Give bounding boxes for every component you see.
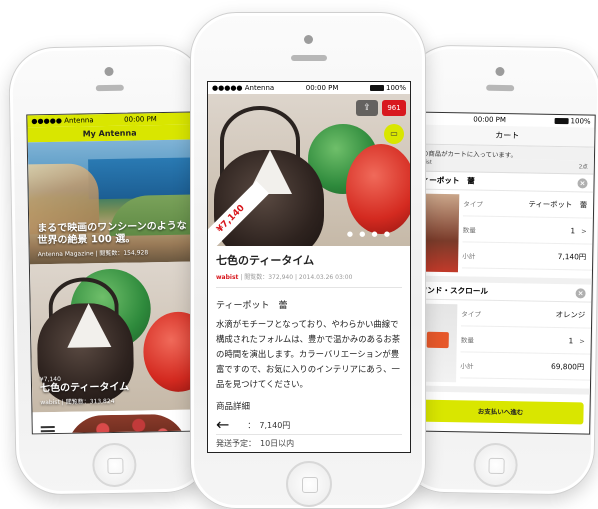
article-hero-image: ⇪ 961 ▭ ¥7,140 ● ● ● ● xyxy=(208,94,410,246)
tile-meta: Antenna Magazine | 閲覧数：154,928 xyxy=(37,249,149,259)
carrier-label: ●●●●● Antenna xyxy=(31,116,94,126)
tile-meta: wabist | 閲覧数：313,824 xyxy=(40,397,115,407)
tile-title: 七色のティータイム xyxy=(39,381,130,395)
row-value: 7,140円 xyxy=(557,252,587,262)
clock-label: 00:00 PM xyxy=(473,115,507,125)
battery-label: 100% xyxy=(385,84,406,92)
my-antenna-screen: ●●●●● Antenna 00:00 PM My Antenna まるで映画の… xyxy=(26,111,198,435)
product-name: ティーポット 蕾 xyxy=(216,301,288,311)
tile-caption: まるで映画のワンシーンのような世界の絶景 100 選。 Antenna Maga… xyxy=(37,221,188,259)
shipping-row: 発送予定： 10日以内 xyxy=(216,434,402,449)
row-value: 69,800円 xyxy=(550,361,585,372)
phone-center: ●●●●● Antenna 00:00 PM 100% ⇪ 961 ▭ ¥7,1… xyxy=(190,12,426,509)
type-row[interactable]: タイプ ティーポット 蕾 xyxy=(462,190,594,219)
status-bar: ●●●●● Antenna 00:00 PM 100% xyxy=(208,82,410,94)
cart-screen: 00:00 PM 100% カート の商品がカートに入っています。 bist 2… xyxy=(414,111,596,435)
item-count: 2点 xyxy=(578,164,588,171)
red-teapot-image xyxy=(346,144,410,234)
price-value: ： 7,140円 xyxy=(247,420,291,430)
phone-left: ●●●●● Antenna 00:00 PM My Antenna まるで映画の… xyxy=(8,44,212,496)
meta-detail: | 閲覧数：372,940 | 2014.03.26 03:00 xyxy=(240,274,353,281)
back-arrow-icon[interactable]: ← xyxy=(216,417,229,433)
cake-image xyxy=(66,413,188,435)
details-heading: 商品詳細 xyxy=(216,402,251,412)
row-label: タイプ xyxy=(463,199,483,209)
source-link[interactable]: wabist xyxy=(216,274,238,281)
home-button[interactable] xyxy=(286,461,332,507)
price-row: ← ： 7,140円 xyxy=(216,417,402,433)
row-value: ティーポット 蕾 xyxy=(528,199,588,210)
home-button[interactable] xyxy=(473,442,518,488)
teapot-thumbnail xyxy=(421,193,460,273)
chevron-right-icon: > xyxy=(579,337,585,346)
subtotal-row: 小計 7,140円 xyxy=(462,242,593,271)
tile-caption: ¥7,140 七色のティータイム wabist | 閲覧数：313,824 xyxy=(39,372,191,407)
carrier-label: ●●●●● Antenna xyxy=(212,84,275,92)
row-value: 1 xyxy=(570,226,576,236)
cart-item: ィーポット 蕾 × タイプ ティーポット 蕾 数量 1 > 小計 7,140円 xyxy=(417,171,594,285)
camera-icon xyxy=(304,35,313,44)
chevron-right-icon: > xyxy=(581,227,587,236)
row-label: 小計 xyxy=(460,361,474,371)
speaker-icon xyxy=(291,55,327,61)
article-meta: wabist | 閲覧数：372,940 | 2014.03.26 03:00 xyxy=(216,272,402,288)
camera-icon xyxy=(495,66,505,77)
feed-tile-teapots[interactable]: ¥7,140 七色のティータイム wabist | 閲覧数：313,824 xyxy=(29,261,197,413)
quantity-row[interactable]: 数量 1 > xyxy=(460,326,591,355)
white-lid-image xyxy=(66,302,112,348)
row-label: 数量 xyxy=(462,225,476,235)
scenery-sea-image xyxy=(88,157,193,200)
feed-tile-scenery[interactable]: まるで映画のワンシーンのような世界の絶景 100 選。 Antenna Maga… xyxy=(27,139,194,265)
camera-icon xyxy=(104,66,114,77)
row-label: タイプ xyxy=(461,309,482,319)
battery-icon xyxy=(369,85,384,91)
row-label: 数量 xyxy=(460,335,475,345)
clock-label: 00:00 PM xyxy=(305,84,339,92)
cart-item-title: ワンド・スクロール xyxy=(419,285,489,296)
battery-icon xyxy=(554,117,569,125)
home-button[interactable] xyxy=(92,442,137,488)
speaker-icon xyxy=(486,84,515,92)
article-title: 七色のティータイム xyxy=(216,254,315,267)
battery-label: 100% xyxy=(570,117,591,126)
speaker-icon xyxy=(95,84,124,92)
row-value: 1 xyxy=(568,336,574,346)
phone-right: 00:00 PM 100% カート の商品がカートに入っています。 bist 2… xyxy=(398,44,598,496)
carousel-dots[interactable]: ● ● ● ● xyxy=(347,230,392,238)
cart-item-title: ィーポット 蕾 xyxy=(421,175,475,186)
share-icon[interactable]: ⇪ xyxy=(356,100,378,116)
subtotal-row: 小計 69,800円 xyxy=(460,352,591,381)
book-icon[interactable]: ▭ xyxy=(384,124,404,144)
antenna-count-badge[interactable]: 961 xyxy=(382,100,406,116)
quantity-row[interactable]: 数量 1 > xyxy=(462,216,593,245)
tile-title: まるで映画のワンシーンのような世界の絶景 100 選。 xyxy=(37,220,187,247)
remove-item-icon[interactable]: × xyxy=(575,287,586,298)
article-body: 七色のティータイム wabist | 閲覧数：372,940 | 2014.03… xyxy=(208,246,410,452)
row-value: オレンジ xyxy=(555,309,586,320)
article-screen: ●●●●● Antenna 00:00 PM 100% ⇪ 961 ▭ ¥7,1… xyxy=(207,81,411,453)
menu-icon[interactable] xyxy=(40,425,55,435)
clock-label: 00:00 PM xyxy=(124,115,157,124)
product-description: 水滴がモチーフとなっており、やわらかい曲線で構成されたフォルムは、豊かで温かみの… xyxy=(216,319,401,389)
checkout-button[interactable]: お支払いへ進む xyxy=(417,399,584,425)
row-label: 小計 xyxy=(462,251,476,261)
remove-item-icon[interactable]: × xyxy=(577,177,588,189)
type-row[interactable]: タイプ オレンジ xyxy=(461,300,592,329)
promo-stage: ●●●●● Antenna 00:00 PM My Antenna まるで映画の… xyxy=(0,0,598,509)
cart-item: ワンド・スクロール × タイプ オレンジ 数量 1 > 小計 69,800円 xyxy=(415,281,592,395)
feed-tile-cake[interactable] xyxy=(32,409,198,435)
